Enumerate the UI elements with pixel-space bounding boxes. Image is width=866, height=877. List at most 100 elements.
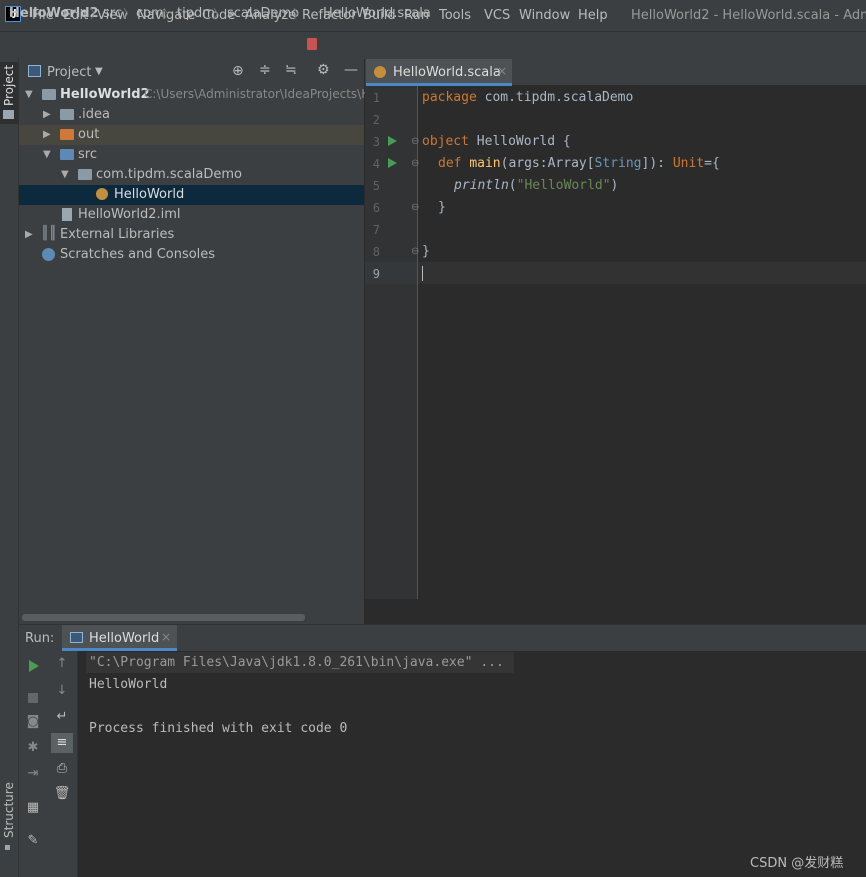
debug-icon[interactable]: ✱: [23, 740, 43, 755]
code-line-8: }: [422, 244, 430, 259]
exit-icon[interactable]: ⇥: [23, 766, 43, 781]
chevron-down-icon[interactable]: ▼: [43, 149, 51, 160]
rerun-icon[interactable]: [29, 660, 39, 672]
console-command-line[interactable]: "C:\Program Files\Java\jdk1.8.0_261\bin\…: [89, 655, 504, 670]
menu-vcs[interactable]: VCS: [484, 8, 510, 23]
menu-window[interactable]: Window: [519, 8, 570, 23]
breadcrumb-separator-icon: 〉: [163, 7, 176, 21]
iml-file-icon: [62, 208, 72, 221]
breadcrumb-file[interactable]: HelloWorld.scala: [323, 6, 431, 21]
tree-item-out[interactable]: ▶ out: [19, 125, 364, 145]
run-tab-label[interactable]: HelloWorld: [89, 631, 159, 646]
chevron-down-icon[interactable]: ▼: [95, 66, 103, 77]
tab-label[interactable]: HelloWorld.scala: [393, 65, 501, 80]
menu-tools[interactable]: Tools: [439, 8, 471, 23]
line-number: 3: [372, 135, 380, 149]
left-tool-strip: [0, 58, 19, 877]
fold-icon[interactable]: ⊖: [411, 158, 419, 169]
line-number: 6: [372, 201, 380, 215]
locate-icon[interactable]: ⊕: [232, 63, 244, 79]
code-line-5: println("HelloWorld"): [454, 178, 619, 193]
tree-label: out: [78, 127, 100, 142]
breadcrumb-project[interactable]: HelloWorld2: [9, 6, 99, 21]
horizontal-scrollbar[interactable]: [22, 614, 305, 621]
tree-item-project-root[interactable]: ▼ HelloWorld2 C:\Users\Administrator\Ide…: [19, 85, 370, 105]
console-exit-line: Process finished with exit code 0: [89, 721, 348, 736]
line-number: 2: [372, 113, 380, 127]
tree-label: HelloWorld: [114, 187, 185, 202]
chevron-right-icon[interactable]: ▶: [25, 229, 33, 240]
close-icon[interactable]: ×: [161, 630, 171, 644]
trash-icon[interactable]: 🗑: [52, 786, 72, 801]
breadcrumb-tipdm[interactable]: tipdm: [177, 6, 215, 21]
watermark: CSDN @发财糕: [750, 856, 844, 871]
run-label: Run:: [25, 631, 55, 646]
tree-item-src[interactable]: ▼ src: [19, 145, 364, 165]
menu-help[interactable]: Help: [578, 8, 608, 23]
line-number: 7: [372, 223, 380, 237]
text-cursor: [422, 266, 423, 281]
project-tool-label[interactable]: Project: [2, 65, 16, 106]
chevron-right-icon[interactable]: ▶: [43, 129, 51, 140]
scala-object-icon: [374, 66, 386, 78]
tree-item-package[interactable]: ▼ com.tipdm.scalaDemo: [19, 165, 364, 185]
chevron-right-icon[interactable]: ▶: [43, 109, 51, 120]
tree-item-idea[interactable]: ▶ .idea: [19, 105, 364, 125]
tree-label: src: [78, 147, 97, 162]
arrow-down-icon[interactable]: ↓: [52, 683, 72, 698]
line-number: 8: [372, 245, 380, 259]
print-icon[interactable]: ⎙: [52, 761, 72, 776]
structure-tool-label[interactable]: Structure: [2, 782, 16, 838]
expand-all-icon[interactable]: ≑: [259, 62, 271, 78]
arrow-up-icon[interactable]: ↑: [52, 656, 72, 671]
tree-label: HelloWorld2.iml: [78, 207, 181, 222]
fold-icon[interactable]: ⊖: [411, 246, 419, 257]
project-header-label[interactable]: Project: [47, 65, 91, 80]
tree-path: C:\Users\Administrator\IdeaProjects\H: [144, 87, 371, 101]
run-gutter-icon[interactable]: [388, 158, 397, 168]
tree-item-helloworld[interactable]: HelloWorld: [19, 185, 364, 205]
code-line-3: object HelloWorld {: [422, 134, 571, 149]
line-number: 9: [372, 267, 380, 281]
console-output[interactable]: [78, 651, 866, 877]
soft-wrap-icon[interactable]: ↵: [52, 709, 72, 724]
chevron-down-icon[interactable]: ▼: [61, 169, 69, 180]
source-folder-icon: [60, 149, 74, 160]
line-number: 4: [372, 157, 380, 171]
gear-icon[interactable]: ⚙: [317, 62, 330, 78]
camera-icon[interactable]: ◙: [23, 714, 43, 729]
chevron-down-icon[interactable]: ▼: [25, 89, 33, 100]
breadcrumb-separator-icon: 〉: [213, 7, 226, 21]
breadcrumb-com[interactable]: com: [136, 6, 164, 21]
breadcrumb-scalademo[interactable]: scalaDemo: [227, 6, 299, 21]
scala-file-icon: [307, 38, 317, 50]
tree-item-iml[interactable]: HelloWorld2.iml: [19, 205, 364, 225]
breadcrumb-src[interactable]: src: [103, 6, 122, 21]
fold-icon[interactable]: ⊖: [411, 136, 419, 147]
module-folder-icon: [42, 89, 56, 100]
project-view-icon: [28, 65, 41, 77]
window-title: HelloWorld2 - HelloWorld.scala - Admin: [631, 8, 866, 23]
fold-icon[interactable]: ⊖: [411, 202, 419, 213]
tree-item-scratches[interactable]: Scratches and Consoles: [19, 245, 364, 265]
hide-panel-icon[interactable]: —: [344, 62, 358, 78]
tree-item-external-libraries[interactable]: ▶ ║║ External Libraries: [19, 225, 364, 245]
close-icon[interactable]: ×: [497, 64, 507, 78]
collapse-all-icon[interactable]: ≒: [285, 62, 297, 78]
excluded-folder-icon: [60, 129, 74, 140]
breadcrumb-separator-icon: 〉: [293, 7, 306, 21]
tree-label: HelloWorld2: [60, 87, 150, 102]
scratches-icon: [42, 248, 55, 261]
pin-icon[interactable]: ✎: [23, 833, 43, 848]
code-line-6: }: [438, 200, 446, 215]
breadcrumb-separator-icon: 〉: [90, 7, 103, 21]
tree-label: External Libraries: [60, 227, 175, 242]
run-gutter-icon[interactable]: [388, 136, 397, 146]
breadcrumb-separator-icon: 〉: [123, 7, 136, 21]
stop-icon[interactable]: [28, 693, 38, 703]
folder-icon: [3, 110, 14, 119]
libraries-icon: ║║: [41, 226, 57, 241]
layout-icon[interactable]: ▦: [23, 800, 43, 815]
scroll-to-end-icon[interactable]: ≡: [52, 735, 72, 750]
structure-icon: ▪: [4, 842, 11, 853]
